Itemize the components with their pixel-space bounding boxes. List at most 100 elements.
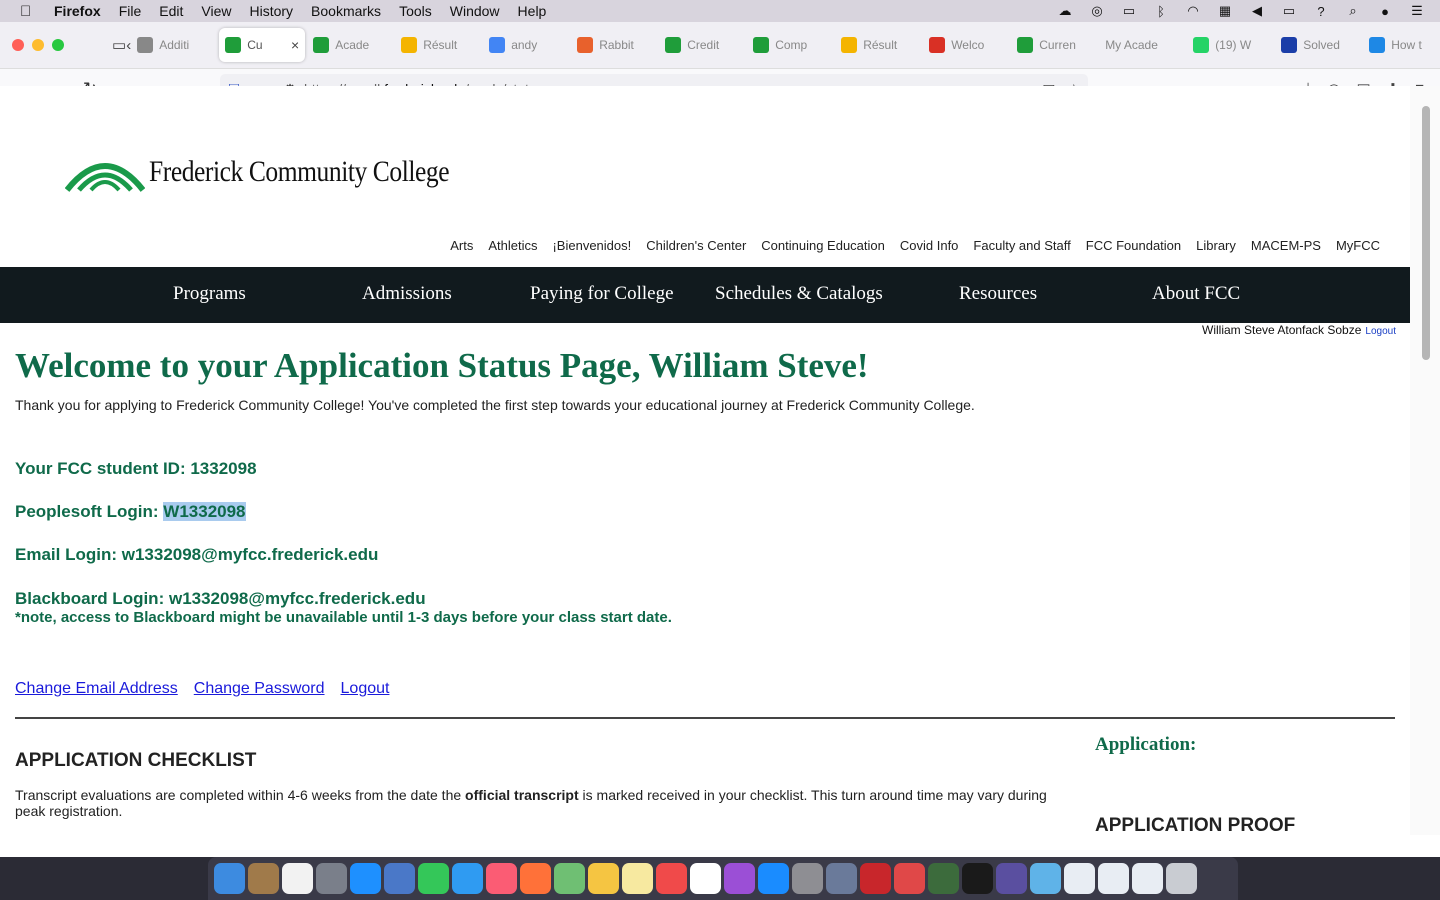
system-preferences-icon[interactable]: [792, 863, 823, 894]
bbedit-icon[interactable]: [996, 863, 1027, 894]
browser-tab[interactable]: Solved: [1275, 28, 1361, 62]
browser-tab[interactable]: How t: [1363, 28, 1440, 62]
browser-tab[interactable]: (19) W: [1187, 28, 1273, 62]
nav-resources[interactable]: Resources: [959, 283, 1037, 305]
reminders-icon[interactable]: [282, 863, 313, 894]
browser-tab[interactable]: Rabbit: [571, 28, 657, 62]
image-capture-icon[interactable]: [826, 863, 857, 894]
menu-bookmarks[interactable]: Bookmarks: [311, 3, 381, 19]
safari-icon[interactable]: [350, 863, 381, 894]
menu-app-name[interactable]: Firefox: [54, 3, 101, 19]
menu-tools[interactable]: Tools: [399, 3, 432, 19]
cloud-icon[interactable]: ☁: [1056, 3, 1074, 19]
header-logout-link[interactable]: Logout: [1365, 326, 1396, 337]
account-links: Change Email Address Change Password Log…: [15, 680, 389, 698]
bluetooth-icon[interactable]: ᛒ: [1152, 4, 1170, 19]
utility-app-icon[interactable]: [928, 863, 959, 894]
siri-icon[interactable]: ●: [1376, 4, 1394, 19]
window-thumbnail-3-icon[interactable]: [1132, 863, 1163, 894]
browser-tab[interactable]: Additi: [131, 28, 217, 62]
nav-paying-for-college[interactable]: Paying for College: [530, 283, 674, 305]
menu-file[interactable]: File: [119, 3, 142, 19]
downloads-folder-icon[interactable]: [1030, 863, 1061, 894]
keyboard-icon[interactable]: ▦: [1216, 3, 1234, 19]
zoom-window-button[interactable]: [52, 39, 64, 51]
podcasts-icon[interactable]: [724, 863, 755, 894]
top-link-athletics[interactable]: Athletics: [488, 238, 537, 253]
top-link-library[interactable]: Library: [1196, 238, 1236, 253]
top-link-bienvenidos[interactable]: ¡Bienvenidos!: [552, 238, 631, 253]
messages-icon[interactable]: [452, 863, 483, 894]
filezilla-icon[interactable]: [860, 863, 891, 894]
menu-window[interactable]: Window: [450, 3, 500, 19]
close-tab-icon[interactable]: ×: [291, 37, 299, 53]
nav-schedules-catalogs[interactable]: Schedules & Catalogs: [715, 283, 883, 305]
top-link-faculty-staff[interactable]: Faculty and Staff: [973, 238, 1070, 253]
trash-icon[interactable]: [1166, 863, 1197, 894]
top-link-fcc-foundation[interactable]: FCC Foundation: [1086, 238, 1181, 253]
firefox-icon[interactable]: [520, 863, 551, 894]
top-link-continuing-education[interactable]: Continuing Education: [761, 238, 885, 253]
wifi-icon[interactable]: ◠: [1184, 3, 1202, 19]
apple-menu-icon[interactable]: : [20, 3, 38, 20]
finder-icon[interactable]: [214, 863, 245, 894]
control-center-icon[interactable]: ☰: [1408, 3, 1426, 19]
tab-title: Cu: [247, 38, 263, 52]
nav-programs[interactable]: Programs: [173, 283, 246, 305]
headphones-icon[interactable]: ◎: [1088, 3, 1106, 19]
close-window-button[interactable]: [12, 39, 24, 51]
tab-title: andy: [511, 38, 538, 52]
nav-about-fcc[interactable]: About FCC: [1152, 283, 1240, 305]
terminal-icon[interactable]: [962, 863, 993, 894]
top-link-childrens-center[interactable]: Children's Center: [646, 238, 746, 253]
tab-favicon-icon: [577, 37, 594, 53]
notes-folder-icon[interactable]: [248, 863, 279, 894]
git-client-icon[interactable]: [894, 863, 925, 894]
menu-view[interactable]: View: [201, 3, 231, 19]
fcc-logo[interactable]: Frederick Community College: [65, 152, 502, 192]
logout-link[interactable]: Logout: [341, 680, 390, 698]
airplay-icon[interactable]: ▭: [1120, 3, 1138, 19]
minimize-window-button[interactable]: [32, 39, 44, 51]
window-thumbnail-icon[interactable]: [1064, 863, 1095, 894]
spotlight-search-icon[interactable]: ⌕: [1344, 3, 1362, 19]
nav-admissions[interactable]: Admissions: [362, 283, 452, 305]
browser-tab[interactable]: Credit: [659, 28, 745, 62]
preview-icon[interactable]: [384, 863, 415, 894]
top-link-macem-ps[interactable]: MACEM-PS: [1251, 238, 1321, 253]
browser-tab[interactable]: Résult: [395, 28, 481, 62]
browser-tab[interactable]: Curren: [1011, 28, 1097, 62]
tab-overview-icon[interactable]: ▭: [112, 36, 126, 54]
browser-tab[interactable]: Acade: [307, 28, 393, 62]
notes-icon[interactable]: [622, 863, 653, 894]
music-icon[interactable]: [486, 863, 517, 894]
calendar-icon[interactable]: [690, 863, 721, 894]
top-link-covid-info[interactable]: Covid Info: [900, 238, 959, 253]
browser-tab[interactable]: Résult: [835, 28, 921, 62]
facetime-icon[interactable]: [418, 863, 449, 894]
top-link-arts[interactable]: Arts: [450, 238, 473, 253]
change-email-link[interactable]: Change Email Address: [15, 680, 178, 698]
browser-tab[interactable]: Comp: [747, 28, 833, 62]
battery-icon[interactable]: ▭: [1280, 3, 1298, 19]
browser-tab[interactable]: andy: [483, 28, 569, 62]
menu-history[interactable]: History: [249, 3, 293, 19]
volume-icon[interactable]: ◀: [1248, 3, 1266, 19]
news-icon[interactable]: [656, 863, 687, 894]
browser-tab[interactable]: Welco: [923, 28, 1009, 62]
maps-icon[interactable]: [554, 863, 585, 894]
scrollbar-thumb[interactable]: [1422, 106, 1430, 360]
tab-strip: ▭ ‹ Additi Cu × Acade Résult andy Rabbit Credit…: [0, 22, 1440, 69]
help-circle-icon[interactable]: ?: [1312, 4, 1330, 19]
launchpad-icon[interactable]: [316, 863, 347, 894]
browser-tab[interactable]: My Acade: [1099, 28, 1185, 62]
window-thumbnail-2-icon[interactable]: [1098, 863, 1129, 894]
top-link-myfcc[interactable]: MyFCC: [1336, 238, 1380, 253]
browser-tab[interactable]: Cu ×: [219, 28, 306, 62]
menu-help[interactable]: Help: [518, 3, 547, 19]
menu-edit[interactable]: Edit: [159, 3, 183, 19]
app-store-icon[interactable]: [758, 863, 789, 894]
photos-icon[interactable]: [588, 863, 619, 894]
page-scrollbar[interactable]: [1410, 86, 1440, 835]
change-password-link[interactable]: Change Password: [194, 680, 325, 698]
